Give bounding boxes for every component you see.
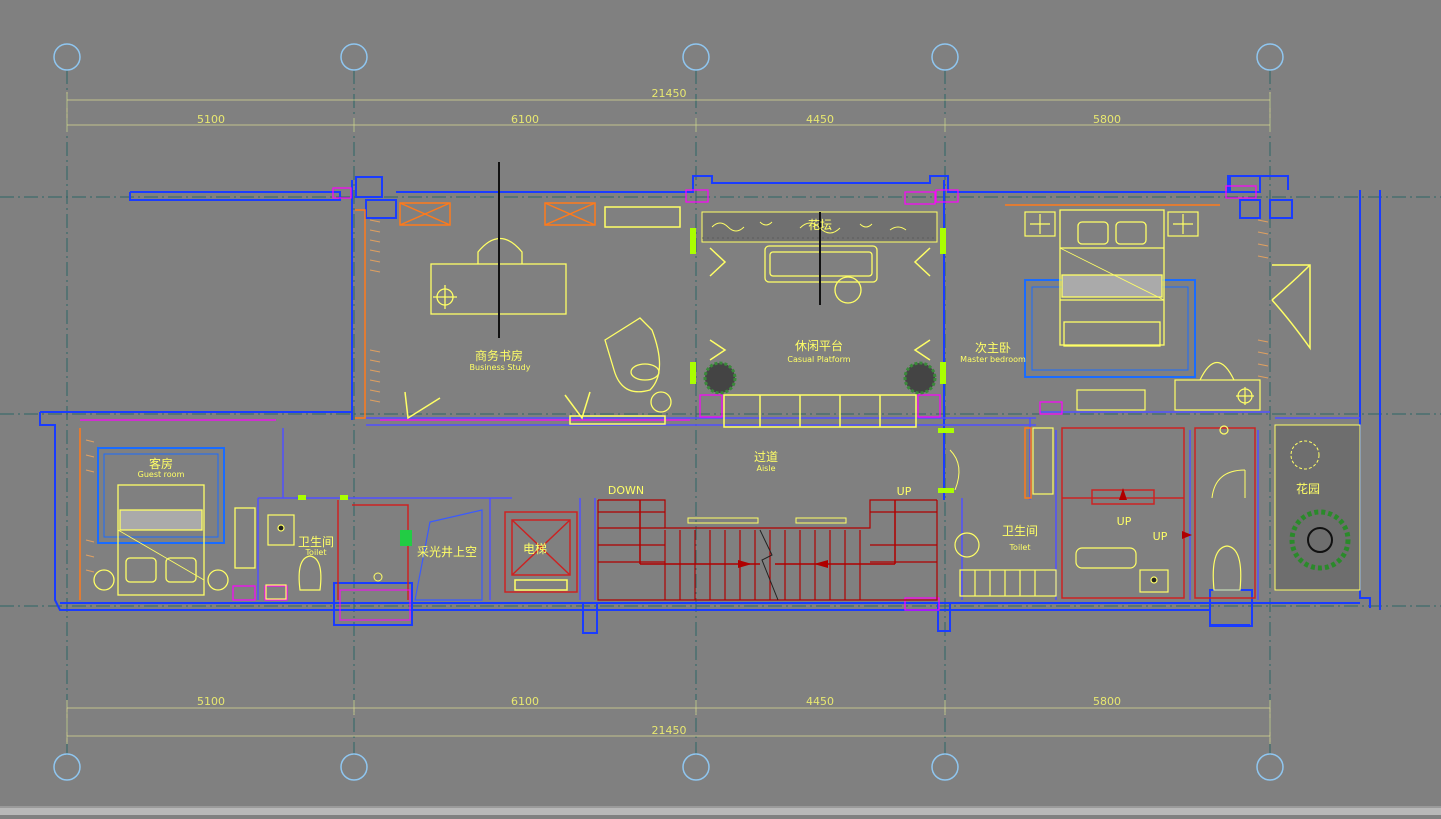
stair-up-label: UP bbox=[897, 485, 912, 498]
platform-railing bbox=[723, 394, 917, 428]
dim-segment-bottom-1: 5100 bbox=[197, 695, 225, 708]
stair-down-label: DOWN bbox=[608, 484, 644, 497]
dim-segment-top-2: 6100 bbox=[511, 113, 539, 126]
room-label-master-cn: 次主卧 bbox=[975, 341, 1011, 355]
dim-segment-top-4: 5800 bbox=[1093, 113, 1121, 126]
room-label-elevator: 电梯 bbox=[523, 542, 547, 556]
platform-plants bbox=[703, 361, 937, 395]
guest-bed bbox=[117, 484, 205, 596]
dim-total-bottom: 21450 bbox=[652, 724, 687, 737]
master-door-swing bbox=[1271, 264, 1311, 351]
master-nightstands bbox=[1024, 211, 1199, 237]
staircase bbox=[597, 499, 938, 601]
dim-segment-top-3: 4450 bbox=[806, 113, 834, 126]
room-label-aisle-cn: 过道 bbox=[754, 450, 778, 464]
room-label-platform-cn: 休闲平台 bbox=[795, 338, 843, 353]
skylight-marker bbox=[400, 530, 412, 546]
dressing-up-label-b: UP bbox=[1153, 530, 1168, 543]
toilet-2-fixtures bbox=[954, 425, 1242, 597]
room-label-guest-en: Guest room bbox=[138, 470, 185, 479]
closet-hatching bbox=[85, 219, 1269, 573]
room-label-toilet1-cn: 卫生间 bbox=[298, 535, 334, 549]
room-label-study-cn: 商务书房 bbox=[475, 348, 523, 363]
toilet-1-partition bbox=[337, 500, 409, 600]
room-label-garden: 花园 bbox=[1296, 481, 1320, 496]
room-label-planter: 花坛 bbox=[808, 217, 832, 232]
room-label-platform-en: Casual Platform bbox=[787, 355, 850, 364]
room-label-guest-cn: 客房 bbox=[149, 456, 173, 471]
viewport-bottom-edge bbox=[0, 806, 1441, 815]
structural-columns bbox=[80, 185, 1257, 611]
toilet-2-door bbox=[949, 449, 1246, 499]
room-label-study-en: Business Study bbox=[470, 363, 531, 372]
room-label-aisle-en: Aisle bbox=[756, 464, 775, 473]
dim-segment-top-1: 5100 bbox=[197, 113, 225, 126]
garden-bed bbox=[1274, 424, 1361, 591]
dim-segment-bottom-3: 4450 bbox=[806, 695, 834, 708]
stair-landing-rail bbox=[687, 517, 847, 524]
dressing-up-label-a: UP bbox=[1117, 515, 1132, 528]
room-label-toilet1-en: Toilet bbox=[305, 548, 327, 557]
dim-segment-bottom-4: 5800 bbox=[1093, 695, 1121, 708]
room-label-toilet2-en: Toilet bbox=[1009, 543, 1031, 552]
master-bed bbox=[1059, 209, 1165, 347]
room-label-skylight: 采光井上空 bbox=[417, 545, 477, 559]
dim-segment-bottom-2: 6100 bbox=[511, 695, 539, 708]
study-lounge-chair bbox=[604, 317, 672, 413]
floor-plan-canvas: 21450 5100 6100 4450 5800 5100 6100 4450… bbox=[0, 0, 1441, 815]
skylight-ledge bbox=[339, 572, 411, 621]
dim-total-top: 21450 bbox=[652, 87, 687, 100]
room-label-master-en: Master bedroom bbox=[960, 355, 1026, 364]
dressing-area bbox=[1061, 427, 1256, 599]
room-label-toilet2-cn: 卫生间 bbox=[1002, 524, 1038, 538]
